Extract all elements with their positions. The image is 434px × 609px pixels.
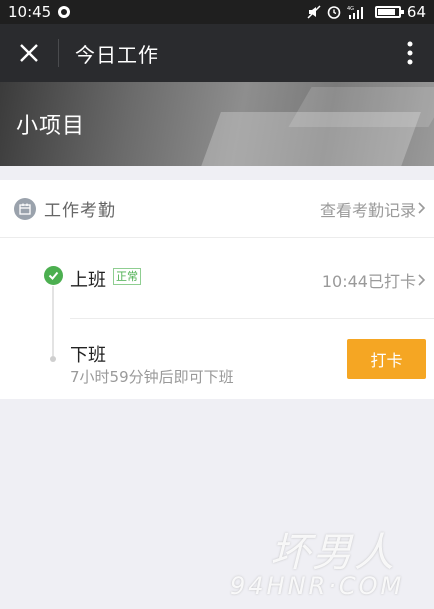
timeline-dot-icon bbox=[50, 356, 56, 362]
check-out-label: 下班 bbox=[70, 345, 106, 366]
banner-title: 小项目 bbox=[16, 114, 86, 139]
chevron-right-icon bbox=[418, 271, 426, 290]
calendar-icon bbox=[14, 197, 36, 220]
mute-icon bbox=[307, 5, 321, 19]
view-records-link[interactable]: 查看考勤记录 bbox=[320, 197, 426, 221]
signal-icon: 4G bbox=[347, 5, 369, 19]
close-button[interactable] bbox=[0, 24, 58, 82]
page-title: 今日工作 bbox=[75, 42, 159, 67]
title-divider bbox=[58, 39, 59, 67]
close-icon bbox=[20, 44, 38, 62]
battery-level: 64 bbox=[406, 3, 426, 21]
status-bar: 10:45 4G 64 bbox=[0, 0, 434, 24]
chevron-right-icon bbox=[418, 199, 426, 218]
status-time: 10:45 bbox=[8, 3, 52, 21]
alarm-icon bbox=[327, 5, 341, 19]
project-banner: 小项目 bbox=[0, 82, 434, 166]
status-left: 10:45 bbox=[8, 3, 71, 21]
watermark: 坏男人 94HNR·COM bbox=[230, 520, 430, 605]
network-type: 4G bbox=[347, 6, 354, 12]
attendance-header: 工作考勤 查看考勤记录 bbox=[0, 180, 434, 238]
check-in-time-link[interactable]: 10:44已打卡 bbox=[322, 268, 426, 292]
notification-icon bbox=[57, 5, 71, 19]
check-out-hint: 7小时59分钟后即可下班 bbox=[70, 368, 234, 386]
watermark-cn: 坏男人 bbox=[270, 530, 396, 576]
status-right: 4G 64 bbox=[307, 3, 426, 21]
status-badge: 正常 bbox=[113, 268, 141, 285]
view-records-label: 查看考勤记录 bbox=[319, 200, 416, 220]
check-in-label: 上班 bbox=[70, 270, 106, 291]
more-vertical-icon bbox=[407, 41, 413, 65]
check-circle-icon bbox=[44, 266, 63, 285]
battery-icon bbox=[374, 6, 404, 18]
punch-button[interactable]: 打卡 bbox=[347, 339, 426, 379]
more-button[interactable] bbox=[386, 24, 434, 82]
check-in-row: 上班 正常 10:44已打卡 bbox=[0, 238, 434, 318]
title-bar: 今日工作 bbox=[0, 24, 434, 82]
check-in-time: 10:44已打卡 bbox=[321, 272, 416, 291]
banner-decoration bbox=[288, 87, 434, 127]
watermark-en: 94HNR·COM bbox=[230, 572, 405, 600]
attendance-title: 工作考勤 bbox=[44, 201, 116, 221]
attendance-card: 工作考勤 查看考勤记录 上班 正常 10:44已打卡 下班 7小时59分钟后即可… bbox=[0, 180, 434, 399]
check-out-row: 下班 7小时59分钟后即可下班 打卡 bbox=[0, 319, 434, 399]
